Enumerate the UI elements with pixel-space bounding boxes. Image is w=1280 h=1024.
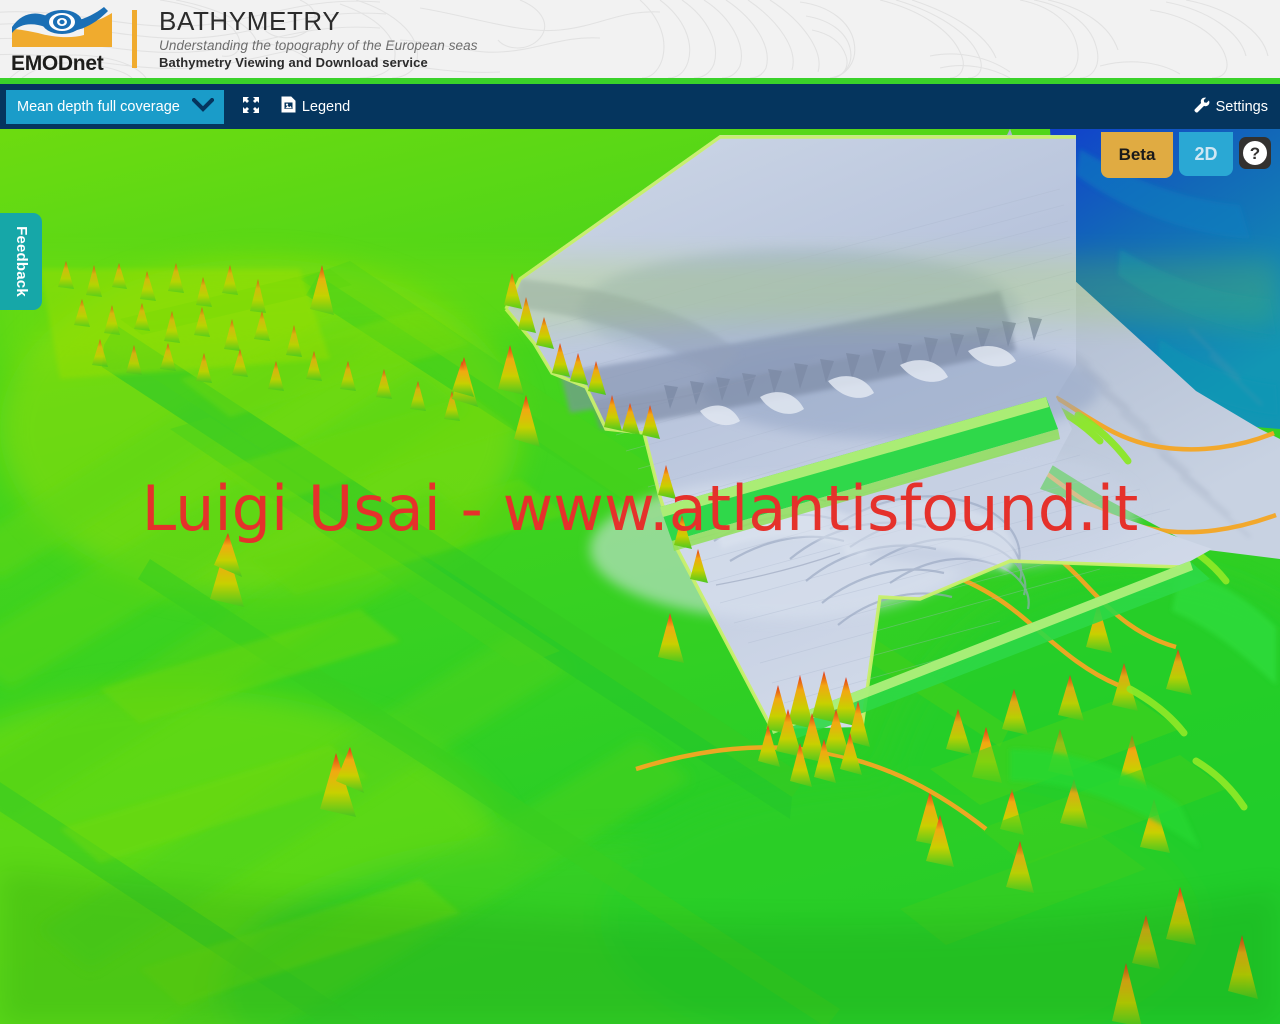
header-service-name: Bathymetry Viewing and Download service <box>159 55 428 71</box>
header-tagline: Understanding the topography of the Euro… <box>159 38 478 54</box>
emodnet-wordmark: EMODnet <box>11 51 104 75</box>
chevron-down-icon <box>190 96 215 116</box>
fullscreen-button[interactable] <box>237 84 265 129</box>
app-header: EMODnet BATHYMETRY Understanding the top… <box>0 0 1280 78</box>
legend-document-icon <box>281 96 296 117</box>
help-button[interactable]: ? <box>1239 137 1271 169</box>
feedback-tab[interactable]: Feedback <box>0 213 42 310</box>
layer-select-value: Mean depth full coverage <box>17 98 180 115</box>
map-controls: Beta 2D ? <box>1101 132 1271 178</box>
header-divider <box>132 10 137 68</box>
page-title: BATHYMETRY <box>159 5 341 36</box>
fullscreen-expand-icon <box>242 96 259 117</box>
settings-button[interactable]: Settings <box>1194 97 1268 117</box>
terrain-render <box>0 129 1280 1024</box>
emodnet-logo[interactable]: EMODnet <box>10 5 118 74</box>
emodnet-wave-eye-logo-icon <box>10 5 114 51</box>
layer-select[interactable]: Mean depth full coverage <box>6 89 224 124</box>
map-toolbar: Mean depth full coverage Legend Settings <box>0 84 1280 129</box>
view-mode-toggle-2d[interactable]: 2D <box>1179 132 1233 176</box>
settings-label: Settings <box>1215 98 1268 115</box>
question-mark-icon: ? <box>1243 141 1267 165</box>
beta-badge-button[interactable]: Beta <box>1101 132 1173 178</box>
bathymetry-3d-map[interactable]: Luigi Usai - www.atlantisfound.it Beta 2… <box>0 129 1280 1024</box>
legend-button[interactable]: Legend <box>275 84 356 129</box>
feedback-label: Feedback <box>12 226 30 297</box>
legend-label: Legend <box>301 98 351 115</box>
wrench-icon <box>1194 97 1210 117</box>
